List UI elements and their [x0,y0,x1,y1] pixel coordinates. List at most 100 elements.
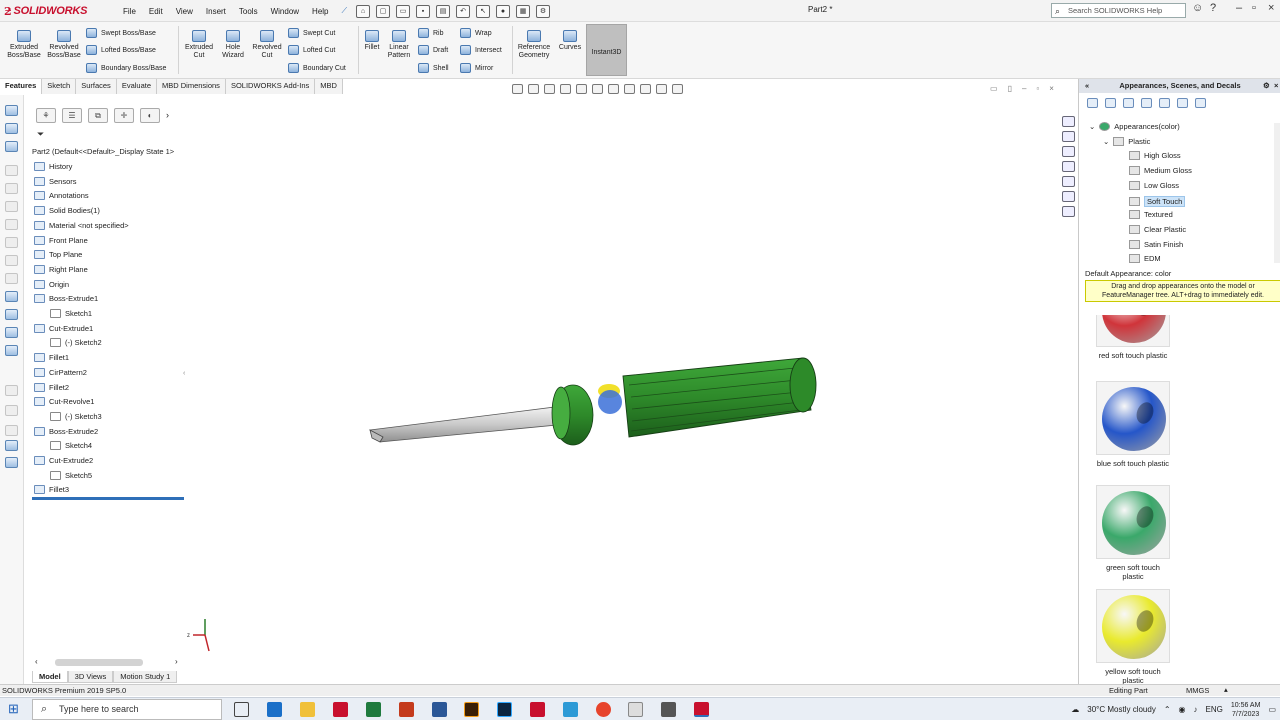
feature-tree-item[interactable]: Sensors [34,176,77,186]
network-icon[interactable]: ◉ [1179,705,1186,714]
appearance-tree-item[interactable]: Textured [1129,210,1173,220]
graphics-area[interactable]: z [185,95,1077,683]
tab-mbd[interactable]: MBD [315,79,343,94]
screwdriver-model[interactable]: z [185,95,1077,683]
mirror-entities-icon[interactable] [5,345,18,356]
feature-tree-item[interactable]: (-) Sketch2 [50,338,102,348]
boundary-boss-button[interactable]: Boundary Boss/Base [86,63,166,73]
feature-tree-item[interactable]: Cut-Extrude1 [34,323,93,333]
feature-tree-hscroll[interactable]: ‹ › [33,657,183,668]
boundary-cut-button[interactable]: Boundary Cut [288,63,346,73]
photoshop-icon[interactable] [497,702,512,717]
feature-tree-item[interactable]: Fillet1 [34,353,69,363]
feature-tree-item[interactable]: History [34,162,72,171]
sketch-pattern-icon[interactable] [5,385,18,396]
tab-mbd-dimensions[interactable]: MBD Dimensions [157,79,226,94]
relations-icon[interactable] [5,425,18,436]
task-view-icon[interactable] [234,702,249,717]
swatch-red[interactable]: red soft touch plastic [1095,315,1171,360]
draft-button[interactable]: Draft [418,45,448,55]
minimize-icon[interactable]: – [1236,2,1242,14]
add-folder-icon[interactable] [1141,98,1152,108]
up-folder-icon[interactable] [1195,98,1206,108]
feature-tree-item[interactable]: Sketch5 [50,470,92,480]
repair-sketch-icon[interactable] [5,440,18,451]
feature-tree-item[interactable]: Boss-Extrude1 [34,294,98,304]
tab-model[interactable]: Model [32,671,68,683]
appearance-tree-item[interactable]: ⌄ Appearances(color) [1089,122,1180,131]
part-root-node[interactable]: Part2 (Default<<Default>_Display State 1… [32,147,174,156]
excel-icon[interactable] [366,702,381,717]
appearance-tree-item[interactable]: ⌄ Plastic [1103,136,1150,146]
extruded-boss-button[interactable]: Extruded Boss/Base [4,26,44,60]
taskbar-clock[interactable]: 10:56 AM 7/7/2023 [1231,701,1261,719]
curves-button[interactable]: Curves [556,26,584,52]
swatch-green[interactable]: green soft touch plastic [1095,485,1171,581]
feature-tree-item[interactable]: CirPattern2 [34,367,87,377]
tab-sketch[interactable]: Sketch [42,79,77,94]
move-entities-icon[interactable] [5,405,18,416]
scroll-left-icon[interactable]: ‹ [35,657,38,666]
feature-tree-item[interactable]: Front Plane [34,235,88,245]
quick-snaps-icon[interactable] [5,457,18,468]
viewport-minimize-icon[interactable]: – [1022,84,1026,93]
instant3d-button[interactable]: Instant3D [586,24,627,76]
appearances-tree-scrollbar[interactable] [1274,123,1280,263]
word-icon[interactable] [432,702,447,717]
photos-icon[interactable] [661,702,676,717]
feature-tree-item[interactable]: Annotations [34,191,89,201]
custom-properties-icon[interactable] [1062,191,1075,202]
circle-tool-icon[interactable] [5,201,18,212]
feature-manager-tab-icon[interactable]: ⚘ [36,107,56,123]
dimxpert-manager-tab-icon[interactable]: ✛ [114,107,134,123]
rectangle-tool-icon[interactable] [5,183,18,194]
edit-sketch-icon[interactable] [5,141,18,152]
chevron-right-icon[interactable]: › [166,110,169,120]
solidworks-active-taskbar-icon[interactable] [694,702,709,717]
traffic-light-icon[interactable]: ● [496,4,510,18]
close-panel-icon[interactable]: × [1274,79,1278,93]
back-icon[interactable] [1087,98,1098,108]
view-orientation-icon[interactable] [592,84,603,94]
revolved-boss-button[interactable]: Revolved Boss/Base [44,26,84,60]
appearance-tree-item[interactable]: High Gloss [1129,151,1181,161]
lofted-cut-button[interactable]: Lofted Cut [288,45,335,55]
trim-tool-icon[interactable] [5,291,18,302]
file-explorer-taskbar-icon[interactable] [300,702,315,717]
expand-toggle-icon[interactable]: ⌄ [1103,137,1109,146]
shell-button[interactable]: Shell [418,63,449,73]
tab-evaluate[interactable]: Evaluate [116,79,157,94]
solidworks-resources-icon[interactable] [1062,116,1075,127]
menu-insert[interactable]: Insert [206,7,226,16]
reference-geometry-button[interactable]: Reference Geometry [514,26,554,60]
user-icon[interactable]: ☺ [1192,2,1203,14]
feature-tree-item[interactable]: Boss-Extrude2 [34,426,98,436]
weather-icon[interactable]: ☁ [1071,705,1079,714]
feature-tree-item[interactable]: Fillet3 [34,485,69,495]
menu-file[interactable]: File [123,7,136,16]
tray-overflow-icon[interactable]: ⌃ [1164,705,1171,714]
menu-help[interactable]: Help [312,7,328,16]
property-manager-tab-icon[interactable]: ☰ [62,107,82,123]
menu-view[interactable]: View [176,7,193,16]
viewport-restore-icon[interactable]: ▫ [1036,84,1039,93]
weather-text[interactable]: 30°C Mostly cloudy [1087,705,1156,714]
expand-toggle-icon[interactable]: ⌄ [1089,122,1095,131]
pin-panel-icon[interactable]: ⚙ [1263,79,1270,93]
viewport-close-icon[interactable]: × [1049,84,1054,93]
pin-icon[interactable]: ⟋ [342,6,348,16]
help-search-input[interactable]: ⌕ Search SOLIDWORKS Help [1051,3,1186,18]
close-icon[interactable]: × [1268,2,1274,14]
appearance-tree-item[interactable]: EDM [1129,254,1161,264]
help-question-icon[interactable]: ? [1210,2,1216,14]
tab-3d-views[interactable]: 3D Views [67,671,114,683]
sketch-tool-icon[interactable] [5,105,18,116]
rollback-bar[interactable] [32,497,184,500]
wrap-button[interactable]: Wrap [460,28,492,38]
swept-boss-button[interactable]: Swept Boss/Base [86,28,156,38]
smart-dimension-icon[interactable] [5,123,18,134]
outlook-icon[interactable] [267,702,282,717]
rib-button[interactable]: Rib [418,28,444,38]
edit-appearance-icon[interactable] [640,84,651,94]
feature-tree-item[interactable]: Sketch4 [50,441,92,451]
